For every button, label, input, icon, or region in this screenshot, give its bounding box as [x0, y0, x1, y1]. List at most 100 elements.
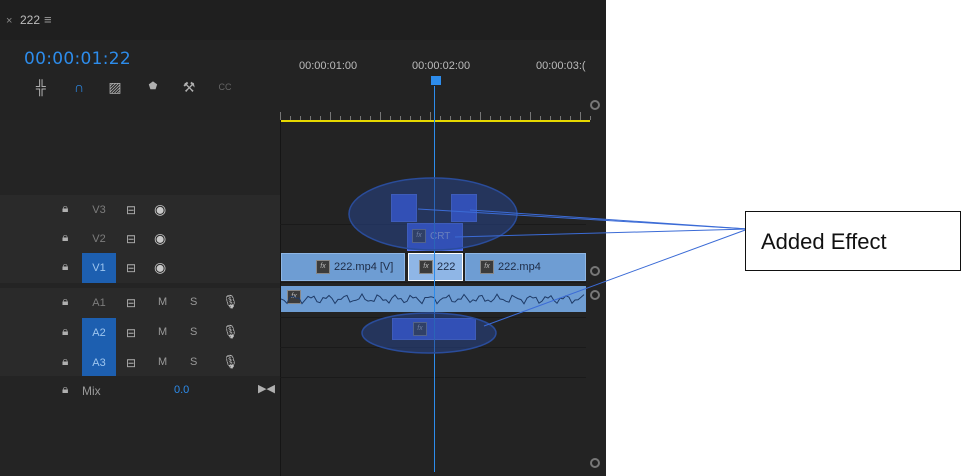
- sync-lock-icon[interactable]: ⊟: [126, 296, 136, 310]
- eye-icon[interactable]: ◉: [154, 259, 166, 276]
- lock-icon[interactable]: 🔒︎: [62, 354, 74, 368]
- video-clip[interactable]: fx 222.mp4 [V]: [281, 253, 405, 281]
- ruler-tick: [440, 116, 441, 120]
- microphone-icon[interactable]: 🎙︎: [222, 354, 239, 370]
- ruler-tick: [310, 116, 311, 120]
- solo-button[interactable]: S: [190, 326, 197, 338]
- sync-lock-icon[interactable]: ⊟: [126, 232, 136, 246]
- track-target[interactable]: V3: [82, 195, 116, 225]
- playhead-handle[interactable]: [431, 76, 441, 85]
- ruler-tick: [360, 116, 361, 120]
- ruler-tick: [510, 116, 511, 120]
- vertical-scrollbar[interactable]: [586, 98, 604, 476]
- ruler-tick: [520, 116, 521, 120]
- scroll-handle-bottom[interactable]: [590, 266, 600, 276]
- track-row-a2: 🔒︎ A2 ⊟ M S 🎙︎: [0, 318, 586, 348]
- sequence-tab-title[interactable]: 222: [20, 13, 40, 27]
- ruler-tick: [570, 116, 571, 120]
- mute-button[interactable]: M: [158, 326, 167, 338]
- microphone-icon[interactable]: 🎙︎: [222, 294, 239, 310]
- track-header: 🔒︎ V2 ⊟ ◉: [0, 224, 280, 254]
- ruler-tick: [500, 116, 501, 120]
- fx-badge-icon: fx: [419, 260, 433, 275]
- track-target[interactable]: A2: [82, 318, 116, 348]
- playhead-line: [434, 86, 435, 472]
- solo-button[interactable]: S: [190, 296, 197, 308]
- close-tab-icon[interactable]: ×: [6, 15, 12, 27]
- ruler-tick: [430, 112, 431, 120]
- mute-button[interactable]: M: [158, 296, 167, 308]
- adjustment-layer-clip[interactable]: [451, 194, 477, 222]
- fx-badge-icon: fx: [480, 260, 494, 275]
- microphone-icon[interactable]: 🎙︎: [222, 324, 239, 340]
- ruler-ticks: [280, 112, 591, 122]
- ruler-tick: [460, 116, 461, 120]
- panel-tab-bar: × 222 ≡: [0, 0, 606, 40]
- lock-icon[interactable]: 🔒︎: [62, 294, 74, 308]
- track-row-a3: 🔒︎ A3 ⊟ M S 🎙︎: [0, 348, 586, 378]
- clip-name: 222.mp4: [498, 261, 541, 273]
- lock-icon[interactable]: 🔒︎: [62, 324, 74, 338]
- clip-name: 222: [437, 261, 456, 273]
- ruler-label: 00:00:01:00: [299, 60, 358, 72]
- adjustment-layer-clip[interactable]: [391, 194, 417, 222]
- ruler-tick: [410, 116, 411, 120]
- ruler-label: 00:00:02:00: [412, 60, 471, 72]
- time-ruler[interactable]: 00:00:01:00 00:00:02:00 00:00:03:(: [280, 40, 591, 122]
- track-target[interactable]: A1: [82, 288, 116, 318]
- sync-lock-icon[interactable]: ⊟: [126, 326, 136, 340]
- playhead-timecode[interactable]: 00:00:01:22: [24, 49, 131, 69]
- track-header: 🔒︎ A3 ⊟ M S 🎙︎: [0, 348, 280, 378]
- panel-menu-icon[interactable]: ≡: [44, 12, 52, 27]
- sync-lock-icon[interactable]: ⊟: [126, 261, 136, 275]
- magnet-icon[interactable]: ∩: [66, 76, 92, 98]
- track-target[interactable]: V2: [82, 224, 116, 254]
- fx-badge-icon: fx: [412, 229, 426, 244]
- ruler-tick: [390, 116, 391, 120]
- ruler-tick: [470, 116, 471, 120]
- mix-track: 🔒︎ Mix 0.0 ▶◀: [0, 376, 280, 406]
- captions-icon[interactable]: CC: [212, 76, 238, 98]
- video-clip-selected[interactable]: fx 222: [408, 253, 463, 281]
- ruler-tick: [560, 116, 561, 120]
- crt-effect-clip[interactable]: fx CRT: [407, 223, 463, 251]
- timeline-toolbar: ╬ ∩ ▨ ⬟ ⚒ CC: [28, 76, 278, 98]
- scroll-handle-top[interactable]: [590, 100, 600, 110]
- lock-icon[interactable]: 🔒︎: [62, 230, 74, 244]
- track-target[interactable]: A3: [82, 348, 116, 378]
- track-target[interactable]: V1: [82, 253, 116, 283]
- wrench-icon[interactable]: ⚒: [176, 76, 202, 98]
- ruler-label: 00:00:03:(: [536, 60, 586, 72]
- ruler-tick: [490, 116, 491, 120]
- solo-button[interactable]: S: [190, 356, 197, 368]
- eye-icon[interactable]: ◉: [154, 230, 166, 247]
- scroll-handle-top[interactable]: [590, 290, 600, 300]
- linked-selection-icon[interactable]: ▨: [102, 76, 128, 98]
- eye-icon[interactable]: ◉: [154, 201, 166, 218]
- ruler-tick: [320, 116, 321, 120]
- track-header: 🔒︎ A2 ⊟ M S 🎙︎: [0, 318, 280, 348]
- insert-tool-icon[interactable]: ╬: [28, 76, 54, 98]
- fx-badge-icon: fx: [316, 260, 330, 275]
- lock-icon[interactable]: 🔒︎: [62, 382, 74, 396]
- ruler-tick: [420, 116, 421, 120]
- timeline-panel: × 222 ≡ 00:00:01:22 ╬ ∩ ▨ ⬟ ⚒ CC 00:00:0…: [0, 0, 606, 476]
- ruler-tick: [340, 116, 341, 120]
- ruler-tick: [540, 116, 541, 120]
- sync-lock-icon[interactable]: ⊟: [126, 356, 136, 370]
- scroll-handle-bottom[interactable]: [590, 458, 600, 468]
- marker-icon[interactable]: ⬟: [140, 76, 166, 98]
- mix-label: Mix: [82, 384, 101, 398]
- lock-icon[interactable]: 🔒︎: [62, 259, 74, 273]
- lock-icon[interactable]: 🔒︎: [62, 201, 74, 215]
- ruler-tick: [350, 116, 351, 120]
- mute-button[interactable]: M: [158, 356, 167, 368]
- video-clip[interactable]: fx 222.mp4: [465, 253, 586, 281]
- track-header: 🔒︎ V1 ⊟ ◉: [0, 253, 280, 283]
- mix-volume-value[interactable]: 0.0: [174, 384, 189, 396]
- sync-lock-icon[interactable]: ⊟: [126, 203, 136, 217]
- go-to-edit-icon[interactable]: ▶◀: [258, 382, 275, 395]
- ruler-tick: [580, 112, 581, 120]
- ruler-tick: [530, 112, 531, 120]
- callout-box: Added Effect: [745, 211, 961, 271]
